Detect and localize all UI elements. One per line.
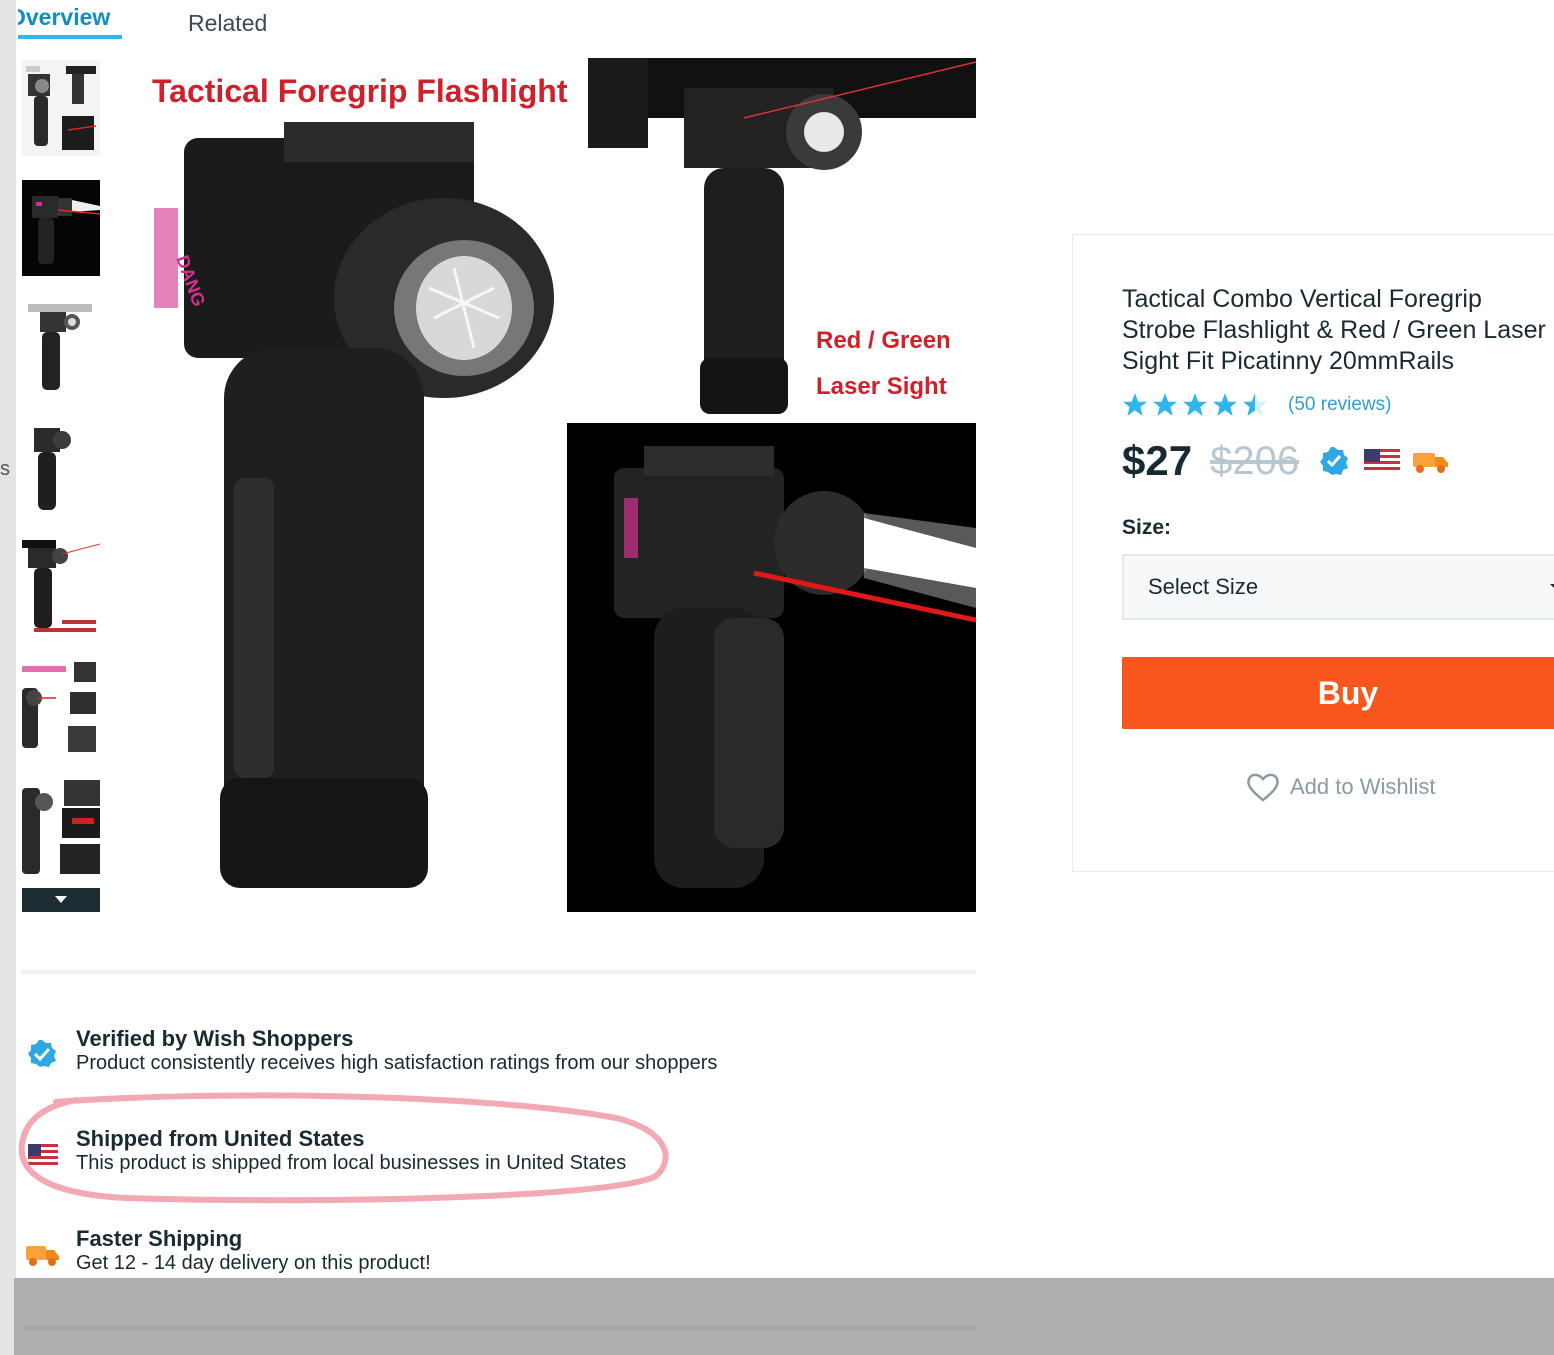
- bottom-grey-overlay: [14, 1278, 1554, 1355]
- thumbnail-1[interactable]: [22, 60, 100, 156]
- left-edge-text: s: [0, 458, 10, 480]
- star-icon: [1213, 393, 1237, 416]
- star-icon: [1123, 393, 1147, 416]
- thumbnail-4[interactable]: [22, 420, 100, 516]
- overlay-line2: Laser Sight: [816, 373, 947, 400]
- thumbnail-scroll-down-button[interactable]: [22, 888, 100, 912]
- section-divider: [22, 970, 976, 974]
- half-star-icon: [1243, 393, 1267, 416]
- overlay-line1: Red / Green: [816, 327, 951, 354]
- star-icon: [1153, 393, 1177, 416]
- bottom-divider: [22, 1326, 976, 1330]
- product-title-line: Sight Fit Picatinny 20mmRails: [1122, 347, 1455, 375]
- delivery-truck-icon: [1413, 453, 1449, 473]
- product-title-line: Tactical Combo Vertical Foregrip: [1122, 285, 1482, 313]
- caret-down-icon: [1550, 584, 1554, 588]
- delivery-truck-icon: [26, 1246, 59, 1266]
- wishlist-label: Add to Wishlist: [1290, 774, 1436, 799]
- buy-button[interactable]: Buy: [1122, 657, 1554, 729]
- tab-overview-label: Overview: [18, 4, 111, 30]
- feature-description: Get 12 - 14 day delivery on this product…: [76, 1252, 431, 1274]
- main-product-image[interactable]: Tactical Foregrip Flashlight DANG Red / …: [124, 58, 976, 912]
- us-flag-icon: [1364, 449, 1401, 473]
- reviews-link[interactable]: (50 reviews): [1288, 394, 1391, 416]
- original-price: $206: [1210, 438, 1300, 483]
- tab-related[interactable]: Related: [188, 6, 267, 37]
- verified-check-icon: [1320, 447, 1349, 475]
- heart-icon: [1247, 773, 1279, 802]
- star-icon: [1183, 393, 1207, 416]
- size-select[interactable]: Select Size: [1122, 554, 1554, 620]
- thumbnail-5[interactable]: [22, 540, 100, 636]
- active-tab-indicator: [18, 35, 122, 39]
- size-label: Size:: [1122, 516, 1172, 539]
- verified-check-icon: [28, 1040, 56, 1067]
- product-title: Tactical Combo Vertical Foregrip Strobe …: [1122, 284, 1554, 377]
- feature-description: Product consistently receives high satis…: [76, 1052, 718, 1074]
- tab-overview[interactable]: Overview: [18, 0, 122, 40]
- add-to-wishlist-button[interactable]: Add to Wishlist: [1246, 770, 1436, 804]
- thumbnail-7[interactable]: [22, 780, 100, 876]
- chevron-down-icon: [55, 896, 67, 903]
- buy-button-label: Buy: [1317, 675, 1379, 711]
- window-left-edge: [0, 0, 16, 1355]
- thumbnail-2[interactable]: [22, 180, 100, 276]
- product-title-line: Strobe Flashlight & Red / Green Laser: [1122, 316, 1546, 344]
- thumbnail-6[interactable]: [22, 660, 100, 756]
- thumbnail-3[interactable]: [22, 300, 100, 396]
- feature-title: Verified by Wish Shoppers: [76, 1026, 354, 1051]
- current-price: $27: [1122, 437, 1193, 484]
- size-select-value: Select Size: [1148, 574, 1259, 599]
- hand-drawn-annotation-circle: [18, 1092, 669, 1204]
- feature-title: Faster Shipping: [76, 1226, 243, 1251]
- banner-text: Tactical Foregrip Flashlight: [152, 73, 568, 109]
- product-rating: (50 reviews): [1122, 392, 1391, 418]
- price-row: $27 $206: [1122, 436, 1449, 486]
